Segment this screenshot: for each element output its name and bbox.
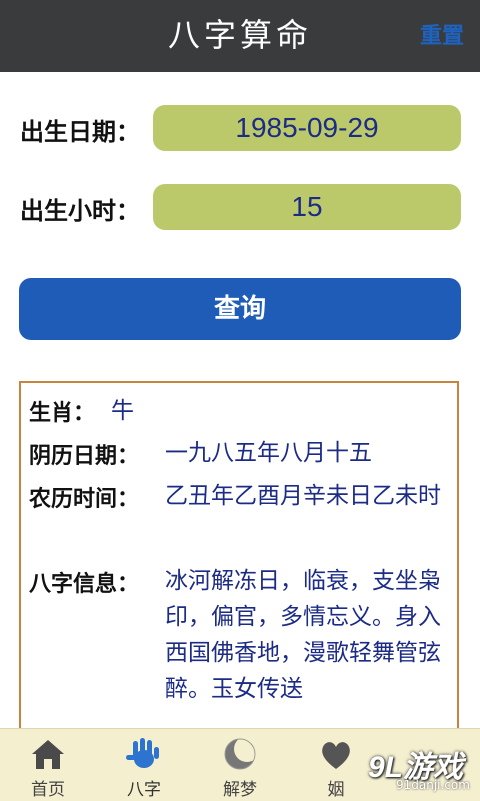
zodiac-value: 牛 — [111, 398, 134, 424]
tab-bazi-label: 八字 — [127, 780, 161, 800]
lunar-date-value: 一九八五年八月十五 — [165, 440, 372, 466]
zodiac-label: 生肖： — [29, 401, 96, 426]
tab-home-label: 首页 — [31, 780, 65, 800]
bazi-label: 八字信息： — [29, 572, 140, 597]
hand-icon — [126, 738, 159, 768]
bazi-value: 冰河解冻日，临衰，支坐枭印，偏官，多情忘义。身入西国佛香地，漫歌轻舞管弦醉。玉女… — [165, 568, 441, 702]
birth-date-label: 出生日期： — [20, 118, 140, 146]
tab-home[interactable]: 首页 — [0, 729, 96, 801]
tab-bazi[interactable]: 八字 — [96, 729, 192, 801]
watermark-sub-text: 91danji.com — [396, 778, 470, 792]
page-title: 八字算命 — [167, 16, 312, 54]
farmer-time-value: 乙丑年乙酉月辛未日乙未时 — [165, 483, 441, 509]
query-button[interactable]: 查询 — [19, 278, 461, 340]
moon-icon — [224, 736, 260, 770]
heart-icon — [322, 742, 350, 769]
watermark-logo: 9L游戏 91danji.com — [366, 742, 474, 794]
tab-dream-label: 解梦 — [223, 780, 257, 800]
home-icon — [32, 740, 64, 769]
birth-hour-field[interactable]: 15 — [153, 184, 461, 230]
birth-hour-label: 出生小时： — [20, 197, 140, 225]
lunar-date-label: 阴历日期： — [29, 444, 140, 469]
farmer-time-label: 农历时间： — [29, 487, 140, 512]
reset-button[interactable]: 重置 — [420, 0, 464, 72]
birth-date-field[interactable]: 1985-09-29 — [153, 105, 461, 151]
tab-dream[interactable]: 解梦 — [192, 729, 288, 801]
